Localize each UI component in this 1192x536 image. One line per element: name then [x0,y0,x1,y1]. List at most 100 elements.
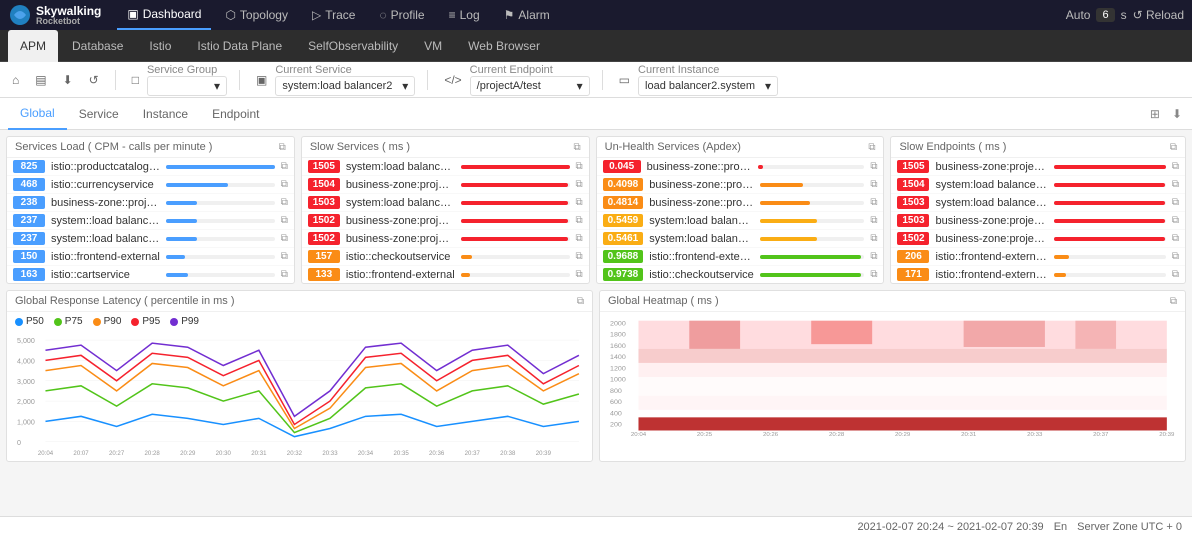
unhealth-copy-icon[interactable]: ⧉ [868,142,875,153]
svg-text:2000: 2000 [610,321,626,328]
ep-copy-2[interactable]: ⧉ [1172,197,1179,208]
nav-dashboard[interactable]: ▣ Dashboard [117,0,211,30]
slow-services-badge-5: 157 [308,250,340,263]
download-icon[interactable]: ⬇ [59,69,77,91]
unhealth-row-2: 0.4814 business-zone::projectC ⧉ [597,194,884,212]
services-load-copy-icon[interactable]: ⧉ [279,142,286,153]
toolbar-separator-3 [427,70,428,90]
slow-services-copy-icon[interactable]: ⧉ [573,142,580,153]
copy-icon-5[interactable]: ⧉ [281,251,288,262]
service-group-select[interactable]: ▾ [147,76,227,96]
dashboard-icon: ▣ [127,7,138,21]
svg-text:20:27: 20:27 [109,450,125,457]
unhealth-badge-6: 0.9738 [603,268,644,281]
services-load-bar-container-1 [166,183,275,187]
nav-istio[interactable]: Istio [137,30,183,62]
legend-dot-p90 [93,318,101,326]
unhealth-copy-0[interactable]: ⧉ [870,161,877,172]
nav-web-browser[interactable]: Web Browser [456,30,552,62]
reload-button[interactable]: ↺ Reload [1133,8,1184,22]
services-load-row-2: 238 business-zone::projectA ⧉ [7,194,294,212]
service-group-value [154,80,210,92]
heatmap-panel: Global Heatmap ( ms ) ⧉ 2000 1800 1600 1… [599,290,1186,462]
nav-database[interactable]: Database [60,30,135,62]
ep-copy-5[interactable]: ⧉ [1172,251,1179,262]
slow-copy-1[interactable]: ⧉ [576,179,583,190]
current-instance-select[interactable]: load balancer2.system ▾ [638,76,778,96]
legend-p50: P50 [15,316,44,327]
lang-indicator[interactable]: En [1054,521,1067,533]
nav-alarm[interactable]: ⚑ Alarm [494,0,560,30]
tab-endpoint[interactable]: Endpoint [200,98,271,130]
services-load-row-1: 468 istio::currencyservice ⧉ [7,176,294,194]
current-endpoint-select[interactable]: /projectA/test ▾ [470,76,590,96]
unhealth-copy-5[interactable]: ⧉ [870,251,877,262]
slow-copy-5[interactable]: ⧉ [576,251,583,262]
heatmap-copy-icon[interactable]: ⧉ [1170,296,1177,307]
unhealth-copy-6[interactable]: ⧉ [870,269,877,280]
ep-copy-4[interactable]: ⧉ [1172,233,1179,244]
download-config-icon[interactable]: ⬇ [1170,105,1184,123]
latency-copy-icon[interactable]: ⧉ [577,296,584,307]
slow-endpoints-copy-icon[interactable]: ⧉ [1170,142,1177,153]
nav-istio-data-plane[interactable]: Istio Data Plane [185,30,294,62]
nav-topology[interactable]: ⬡ Topology [215,0,298,30]
slow-services-label-6: istio::frontend-external [346,269,455,281]
unhealth-copy-2[interactable]: ⧉ [870,197,877,208]
nav-vm[interactable]: VM [412,30,454,62]
legend-label-p95: P95 [142,316,160,327]
folder-icon[interactable]: ▤ [31,69,50,91]
svg-text:20:37: 20:37 [465,450,481,457]
unhealth-bar-5 [760,255,865,259]
tab-service[interactable]: Service [67,98,131,130]
nav-trace[interactable]: ▷ Trace [302,0,365,30]
slow-ep-label-6: istio::frontend-external - /product/0PLI… [935,269,1047,281]
ep-copy-0[interactable]: ⧉ [1172,161,1179,172]
slow-copy-3[interactable]: ⧉ [576,215,583,226]
unhealth-bar-2 [760,201,865,205]
home-icon[interactable]: ⌂ [8,69,23,91]
add-panel-icon[interactable]: ⊞ [1148,105,1162,123]
svg-text:400: 400 [610,411,622,418]
unhealth-row-4: 0.5461 system:load balancer2 ⧉ [597,230,884,248]
server-zone: Server Zone UTC + 0 [1077,521,1182,533]
current-service-select[interactable]: system:load balancer2 ▾ [275,76,415,96]
nav-apm[interactable]: APM [8,30,58,62]
svg-text:20:28: 20:28 [829,432,844,438]
nav-self-observability[interactable]: SelfObservability [296,30,410,62]
nav-profile[interactable]: ◌ Profile [369,0,434,30]
ep-copy-3[interactable]: ⧉ [1172,215,1179,226]
svg-text:20:30: 20:30 [216,450,232,457]
auto-value-badge[interactable]: 6 [1096,8,1114,22]
svg-text:600: 600 [610,399,622,406]
unhealth-copy-1[interactable]: ⧉ [870,179,877,190]
ep-copy-1[interactable]: ⧉ [1172,179,1179,190]
slow-copy-0[interactable]: ⧉ [576,161,583,172]
unhealth-copy-4[interactable]: ⧉ [870,233,877,244]
slow-bar-2 [461,201,570,205]
copy-icon-2[interactable]: ⧉ [281,197,288,208]
tab-instance[interactable]: Instance [131,98,200,130]
slow-copy-4[interactable]: ⧉ [576,233,583,244]
toolbar-separator-4 [602,70,603,90]
copy-icon-6[interactable]: ⧉ [281,269,288,280]
ep-copy-6[interactable]: ⧉ [1172,269,1179,280]
toolbar-separator-2 [239,70,240,90]
slow-copy-2[interactable]: ⧉ [576,197,583,208]
copy-icon-1[interactable]: ⧉ [281,179,288,190]
unhealth-row-5: 0.9688 istio::frontend-external ⧉ [597,248,884,266]
log-icon: ≡ [449,8,456,22]
copy-icon-4[interactable]: ⧉ [281,233,288,244]
skywalking-logo-icon [8,3,32,27]
slow-copy-6[interactable]: ⧉ [576,269,583,280]
slow-ep-bar-1 [1054,183,1166,187]
unhealth-copy-3[interactable]: ⧉ [870,215,877,226]
copy-icon-3[interactable]: ⧉ [281,215,288,226]
svg-text:20:31: 20:31 [251,450,267,457]
tab-global[interactable]: Global [8,98,67,130]
copy-icon-0[interactable]: ⧉ [281,161,288,172]
services-load-badge-5: 150 [13,250,45,263]
refresh-icon[interactable]: ↺ [85,69,103,91]
slow-services-label-1: business-zone:projectC [346,179,455,191]
nav-log[interactable]: ≡ Log [439,0,490,30]
